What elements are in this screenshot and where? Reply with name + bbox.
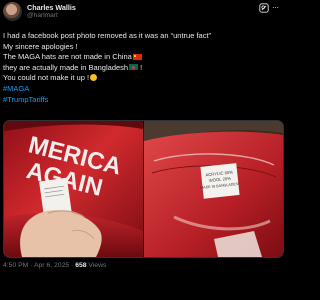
views-label: Views (88, 262, 107, 269)
tweet-line-4: they are actually made in Bangladesh ! (3, 63, 281, 74)
hat-inside-illustration: ACRYLIC 80% WOOL 20% MADE IN BANGLADESH (144, 121, 283, 257)
more-icon[interactable]: ··· (272, 4, 282, 12)
tweet-line-1: I had a facebook post photo removed as i… (3, 31, 212, 40)
tweet-line-3-text: The MAGA hats are not made in China (3, 52, 132, 62)
tweet-time[interactable]: 4:50 PM (3, 262, 28, 269)
bangladesh-flag-icon (129, 64, 139, 71)
tweet-line-4-suffix: ! (138, 62, 143, 72)
hat-front-illustration: MERICA AGAIN (4, 121, 143, 257)
meta-separator-1: · (30, 262, 33, 269)
hashtag-maga[interactable]: #MAGA (3, 84, 281, 95)
tweet-header: Charles Wallis @harlmart ··· (0, 0, 285, 30)
tweet-line-4-text: they are actually made in Bangladesh (3, 62, 129, 72)
grok-icon[interactable] (259, 3, 269, 13)
author-name[interactable]: Charles Wallis (27, 3, 76, 12)
tweet-date[interactable]: Apr 6, 2025 (34, 262, 69, 269)
meta-separator-2: · (71, 262, 74, 269)
view-count: 658 (75, 262, 87, 269)
hat-photo-right[interactable]: ACRYLIC 80% WOOL 20% MADE IN BANGLADESH (144, 121, 283, 257)
tweet-line-5: You could not make it up ! (3, 73, 281, 84)
tweet-card: Charles Wallis @harlmart ··· I had a fac… (0, 0, 285, 300)
tweet-line-2: My sincere apologies ! (3, 41, 78, 51)
avatar[interactable] (3, 2, 22, 21)
tweet-text: I had a facebook post photo removed as i… (3, 31, 281, 105)
tweet-meta: 4:50 PM · Apr 6, 2025 · 658 Views (3, 262, 106, 269)
china-flag-icon (132, 53, 142, 60)
tweet-media: MERICA AGAIN (3, 120, 284, 258)
tweet-line-3: The MAGA hats are not made in China (3, 52, 281, 63)
tweet-line-5-text: You could not make it up ! (3, 73, 90, 83)
hat-photo-left[interactable]: MERICA AGAIN (4, 121, 143, 257)
laughing-emoji-icon (90, 73, 98, 81)
hashtag-trumptariffs[interactable]: #TrumpTariffs (3, 95, 281, 106)
author-handle[interactable]: @harlmart (27, 12, 58, 19)
